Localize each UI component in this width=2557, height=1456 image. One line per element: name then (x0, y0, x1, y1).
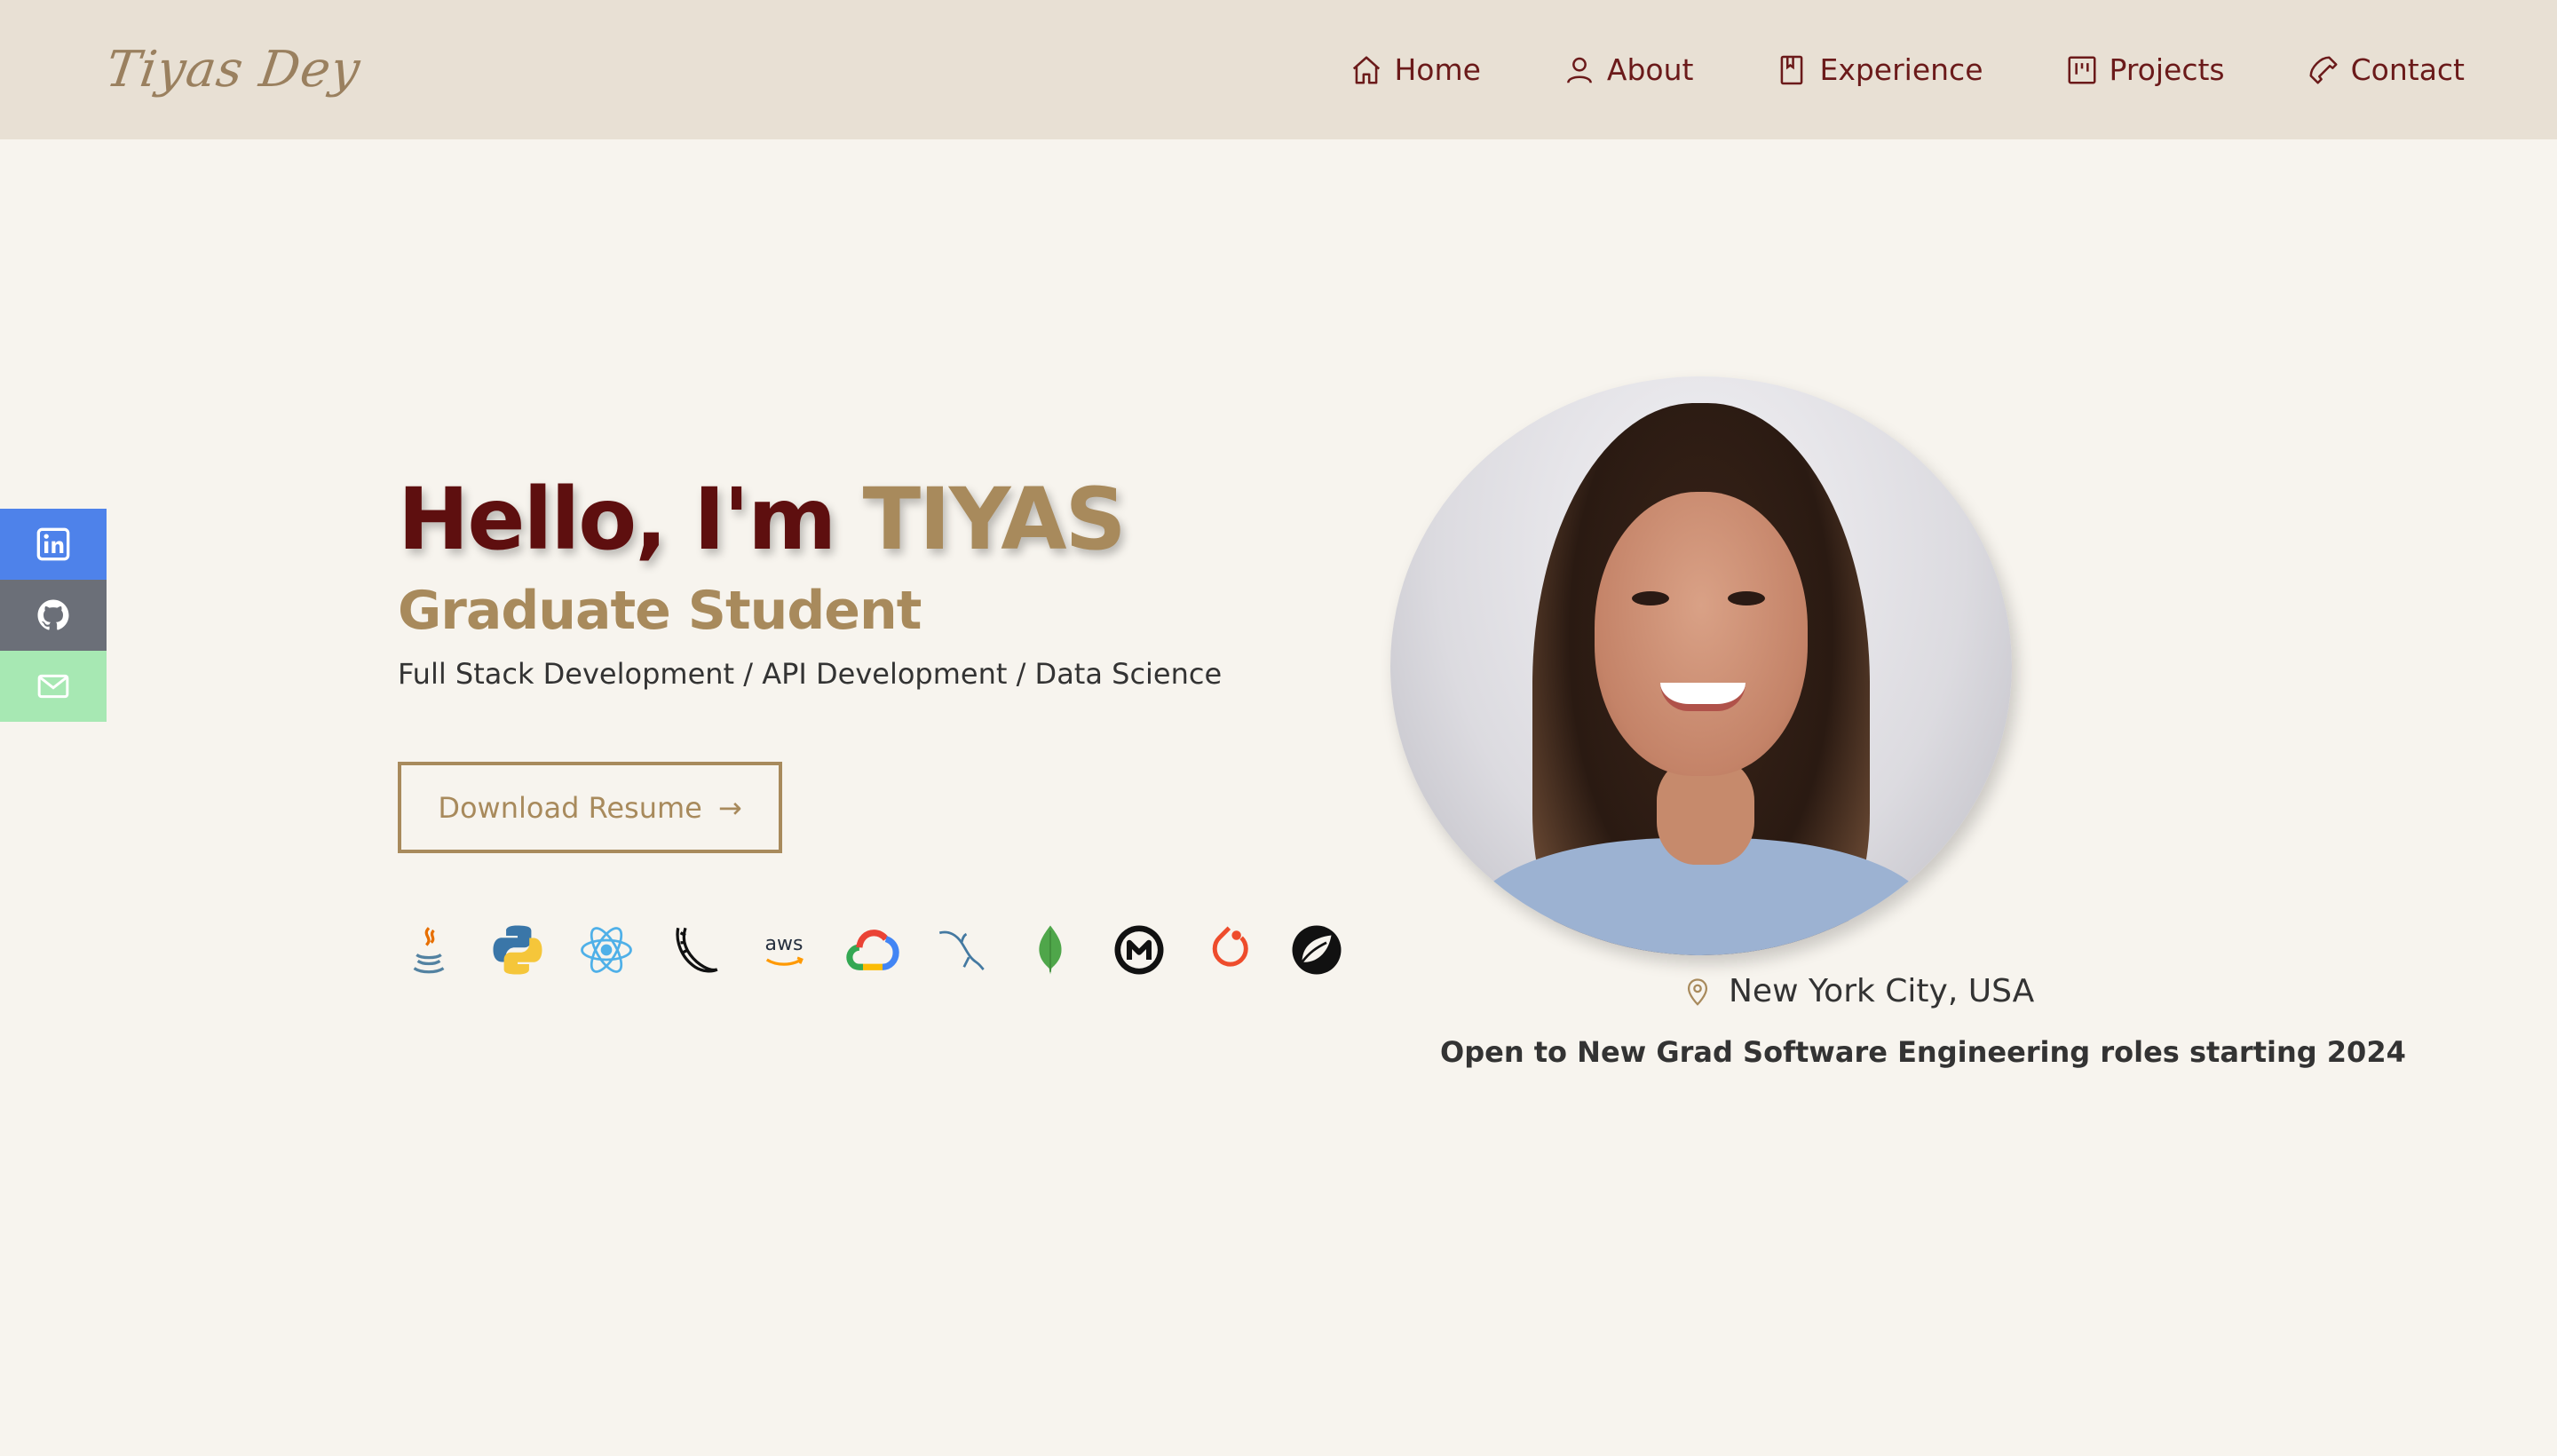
python-icon (487, 919, 549, 981)
user-icon (1566, 57, 1592, 83)
mail-icon (37, 674, 69, 699)
hero-name: TIYAS (862, 470, 1127, 569)
google-cloud-icon (842, 919, 904, 981)
open-to-roles: Open to New Grad Software Engineering ro… (1440, 1035, 2406, 1069)
arrow-right-icon: → (717, 790, 742, 825)
linkedin-button[interactable] (0, 509, 107, 580)
location: New York City, USA (1682, 973, 2034, 1009)
social-sidebar (0, 509, 107, 722)
github-button[interactable] (0, 580, 107, 651)
nav-about-label: About (1606, 52, 1694, 87)
hero-role: Graduate Student (398, 580, 922, 642)
nav-about[interactable]: About (1563, 52, 1694, 87)
hero-greeting: Hello, I'm TIYAS (398, 462, 1374, 577)
home-icon (1353, 55, 1381, 84)
map-pin-icon (1687, 977, 1708, 1006)
nav-projects-label: Projects (2109, 52, 2225, 87)
download-resume-button[interactable]: Download Resume → (398, 762, 782, 853)
tech-stack-icons: aws (398, 919, 1348, 981)
bookmark-icon (1781, 55, 1803, 84)
profile-photo (1390, 376, 2012, 955)
phone-icon (2309, 55, 2338, 84)
mysql-icon (930, 919, 993, 981)
react-icon (575, 919, 637, 981)
greeting-prefix: Hello, I'm (398, 470, 863, 569)
site-logo[interactable]: Tiyas Dey (102, 41, 364, 99)
github-icon (37, 599, 69, 630)
hero-skills: Full Stack Development / API Development… (398, 657, 1223, 691)
aws-icon: aws (753, 919, 815, 981)
linkedin-icon (36, 527, 70, 561)
location-text: New York City, USA (1729, 973, 2035, 1009)
nav-projects[interactable]: Projects (2065, 52, 2225, 87)
nav-experience[interactable]: Experience (1775, 52, 1983, 87)
nav-experience-label: Experience (1819, 52, 1983, 87)
pytorch-icon (1197, 919, 1259, 981)
site-header: Tiyas Dey Home About Experience Projects… (0, 0, 2557, 139)
main-nav: Home About Experience Projects Contact (1350, 52, 2465, 87)
mulesoft-icon (1108, 919, 1170, 981)
nav-home-label: Home (1394, 52, 1481, 87)
kanban-icon (2067, 55, 2096, 84)
aws-text: aws (765, 933, 804, 955)
nav-home[interactable]: Home (1350, 52, 1481, 87)
download-resume-label: Download Resume (438, 790, 702, 825)
nav-contact-label: Contact (2350, 52, 2465, 87)
java-icon (398, 919, 460, 981)
email-button[interactable] (0, 651, 107, 722)
hero-intro: Hello, I'm TIYAS Graduate Student Full S… (398, 462, 1374, 853)
flask-icon (664, 919, 726, 981)
mongodb-icon (1019, 919, 1081, 981)
nav-contact[interactable]: Contact (2307, 52, 2465, 87)
spring-icon (1286, 919, 1348, 981)
